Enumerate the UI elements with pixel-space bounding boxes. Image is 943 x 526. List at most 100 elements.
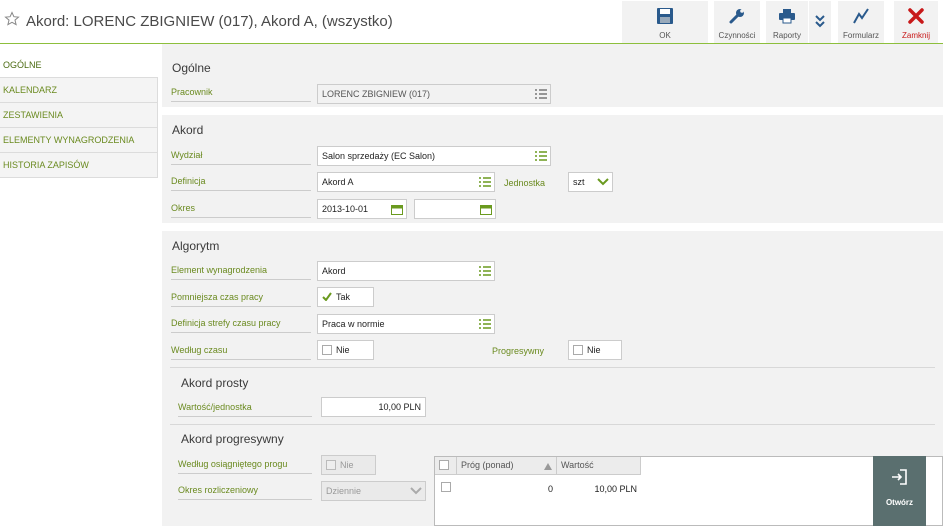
section-separator: [162, 223, 943, 231]
nav-item-zestawienia[interactable]: ZESTAWIENIA: [0, 103, 158, 128]
raporty-button[interactable]: Raporty: [766, 1, 808, 43]
ok-button[interactable]: OK: [622, 1, 708, 43]
element-value: Akord: [322, 266, 346, 276]
checkbox-box: [326, 459, 336, 470]
okres-from-value: 2013-10-01: [322, 204, 369, 214]
list-icon[interactable]: [535, 151, 547, 161]
list-icon[interactable]: [535, 89, 547, 99]
definicja-value: Akord A: [322, 177, 354, 187]
section-separator: [162, 107, 943, 115]
element-label: Element wynagrodzenia: [171, 263, 311, 280]
checkbox-box: [322, 344, 332, 355]
calendar-icon[interactable]: [391, 204, 403, 215]
calendar-icon[interactable]: [480, 204, 492, 215]
wartosc-value: 10,00 PLN: [378, 402, 421, 412]
wedlug-progu-checkbox[interactable]: Nie: [321, 455, 376, 475]
pomniejsza-checkbox[interactable]: Tak: [317, 287, 374, 307]
nav-item-historia-zapisow[interactable]: HISTORIA ZAPISÓW: [0, 153, 158, 178]
chevron-down-icon: [597, 178, 609, 186]
wartosc-field[interactable]: 10,00 PLN: [321, 397, 426, 417]
section-title-akord-progresywny: Akord progresywny: [181, 432, 284, 446]
raporty-label: Raporty: [772, 31, 801, 40]
wrench-icon: [729, 9, 744, 24]
checkbox-box: [573, 344, 583, 355]
okres-rozliczeniowy-label: Okres rozliczeniowy: [178, 483, 312, 500]
list-icon[interactable]: [479, 266, 491, 276]
jednostka-value: szt: [573, 177, 585, 187]
definicja-strefy-field[interactable]: Praca w normie: [317, 314, 495, 334]
wydzial-value: Salon sprzedaży (EC Salon): [322, 151, 436, 161]
row-checkbox[interactable]: [441, 481, 455, 493]
czynnosci-button[interactable]: Czynności: [714, 1, 760, 43]
pomniejsza-value: Tak: [336, 292, 351, 302]
favorite-star-icon[interactable]: [4, 11, 20, 27]
page-title: Akord: LORENC ZBIGNIEW (017), Akord A, (…: [26, 13, 393, 30]
checkbox-box: [441, 481, 451, 492]
formularz-label: Formularz: [842, 31, 879, 40]
okres-to-field[interactable]: [414, 199, 496, 219]
jednostka-label: Jednostka: [504, 178, 546, 188]
divider: [170, 367, 935, 368]
column-header-label: Próg (ponad): [461, 460, 514, 470]
wydzial-label: Wydział: [171, 148, 311, 165]
printer-icon: [779, 9, 795, 24]
wartosc-label: Wartość/jednostka: [178, 400, 312, 417]
pracownik-field[interactable]: LORENC ZBIGNIEW (017): [317, 84, 551, 104]
wedlug-progu-label: Według osiągniętego progu: [178, 457, 312, 474]
otworz-button[interactable]: Otwórz: [873, 456, 926, 526]
definicja-strefy-value: Praca w normie: [322, 319, 385, 329]
cell-prog: 0: [547, 484, 553, 494]
section-title-akord-prosty: Akord prosty: [181, 376, 249, 390]
grid-header: Próg (ponad) Wartość: [435, 457, 641, 475]
okres-rozliczeniowy-value: Dziennie: [326, 486, 362, 496]
okres-from-field[interactable]: 2013-10-01: [317, 199, 407, 219]
definicja-label: Definicja: [171, 174, 311, 191]
sort-asc-icon: [544, 463, 552, 470]
element-field[interactable]: Akord: [317, 261, 495, 281]
zamknij-label: Zamknij: [901, 31, 930, 40]
formularz-button[interactable]: Formularz: [838, 1, 884, 43]
cell-wartosc: 10,00 PLN: [594, 484, 637, 494]
otworz-label: Otwórz: [885, 498, 914, 507]
definicja-strefy-label: Definicja strefy czasu pracy: [171, 316, 311, 333]
chevron-down-icon: [410, 487, 422, 495]
progresywny-label: Progresywny: [492, 346, 545, 356]
header-bar: Akord: LORENC ZBIGNIEW (017), Akord A, (…: [0, 0, 943, 44]
list-icon[interactable]: [479, 177, 491, 187]
section-title-ogolne: Ogólne: [172, 61, 211, 75]
prog-grid: Próg (ponad) Wartość 0 10,00 PLN: [434, 456, 943, 526]
nav-item-kalendarz[interactable]: KALENDARZ: [0, 78, 158, 103]
ok-label: OK: [659, 31, 671, 40]
wedlug-czasu-checkbox[interactable]: Nie: [317, 340, 374, 360]
okres-rozliczeniowy-select[interactable]: Dziennie: [321, 481, 426, 501]
column-header-wartosc[interactable]: Wartość: [557, 457, 641, 475]
section-title-akord: Akord: [172, 123, 204, 137]
pracownik-value: LORENC ZBIGNIEW (017): [322, 89, 431, 99]
nav-item-ogolne[interactable]: OGÓLNE: [0, 53, 158, 78]
czynnosci-label: Czynności: [718, 31, 756, 40]
list-icon[interactable]: [479, 319, 491, 329]
zamknij-button[interactable]: Zamknij: [894, 1, 938, 43]
main-panel: Ogólne Pracownik LORENC ZBIGNIEW (017) A…: [162, 44, 943, 526]
wydzial-field[interactable]: Salon sprzedaży (EC Salon): [317, 146, 551, 166]
checkbox-box: [439, 459, 449, 470]
wedlug-progu-value: Nie: [340, 460, 354, 470]
double-chevron-down-icon: [815, 15, 825, 28]
open-entry-icon: [892, 469, 907, 485]
divider: [170, 424, 935, 425]
definicja-field[interactable]: Akord A: [317, 172, 495, 192]
nav-item-elementy-wynagrodzenia[interactable]: ELEMENTY WYNAGRODZENIA: [0, 128, 158, 153]
wedlug-czasu-value: Nie: [336, 345, 350, 355]
column-header-prog[interactable]: Próg (ponad): [457, 457, 557, 475]
progresywny-checkbox[interactable]: Nie: [568, 340, 622, 360]
progresywny-value: Nie: [587, 345, 601, 355]
formularz-icon: [853, 8, 869, 24]
okres-label: Okres: [171, 201, 311, 218]
jednostka-select[interactable]: szt: [568, 172, 613, 192]
pracownik-label: Pracownik: [171, 85, 311, 102]
section-title-algorytm: Algorytm: [172, 239, 220, 253]
grid-select-all[interactable]: [435, 457, 457, 475]
more-menu-button[interactable]: [809, 1, 831, 43]
side-nav: OGÓLNE KALENDARZ ZESTAWIENIA ELEMENTY WY…: [0, 53, 158, 178]
close-icon: [908, 8, 924, 24]
